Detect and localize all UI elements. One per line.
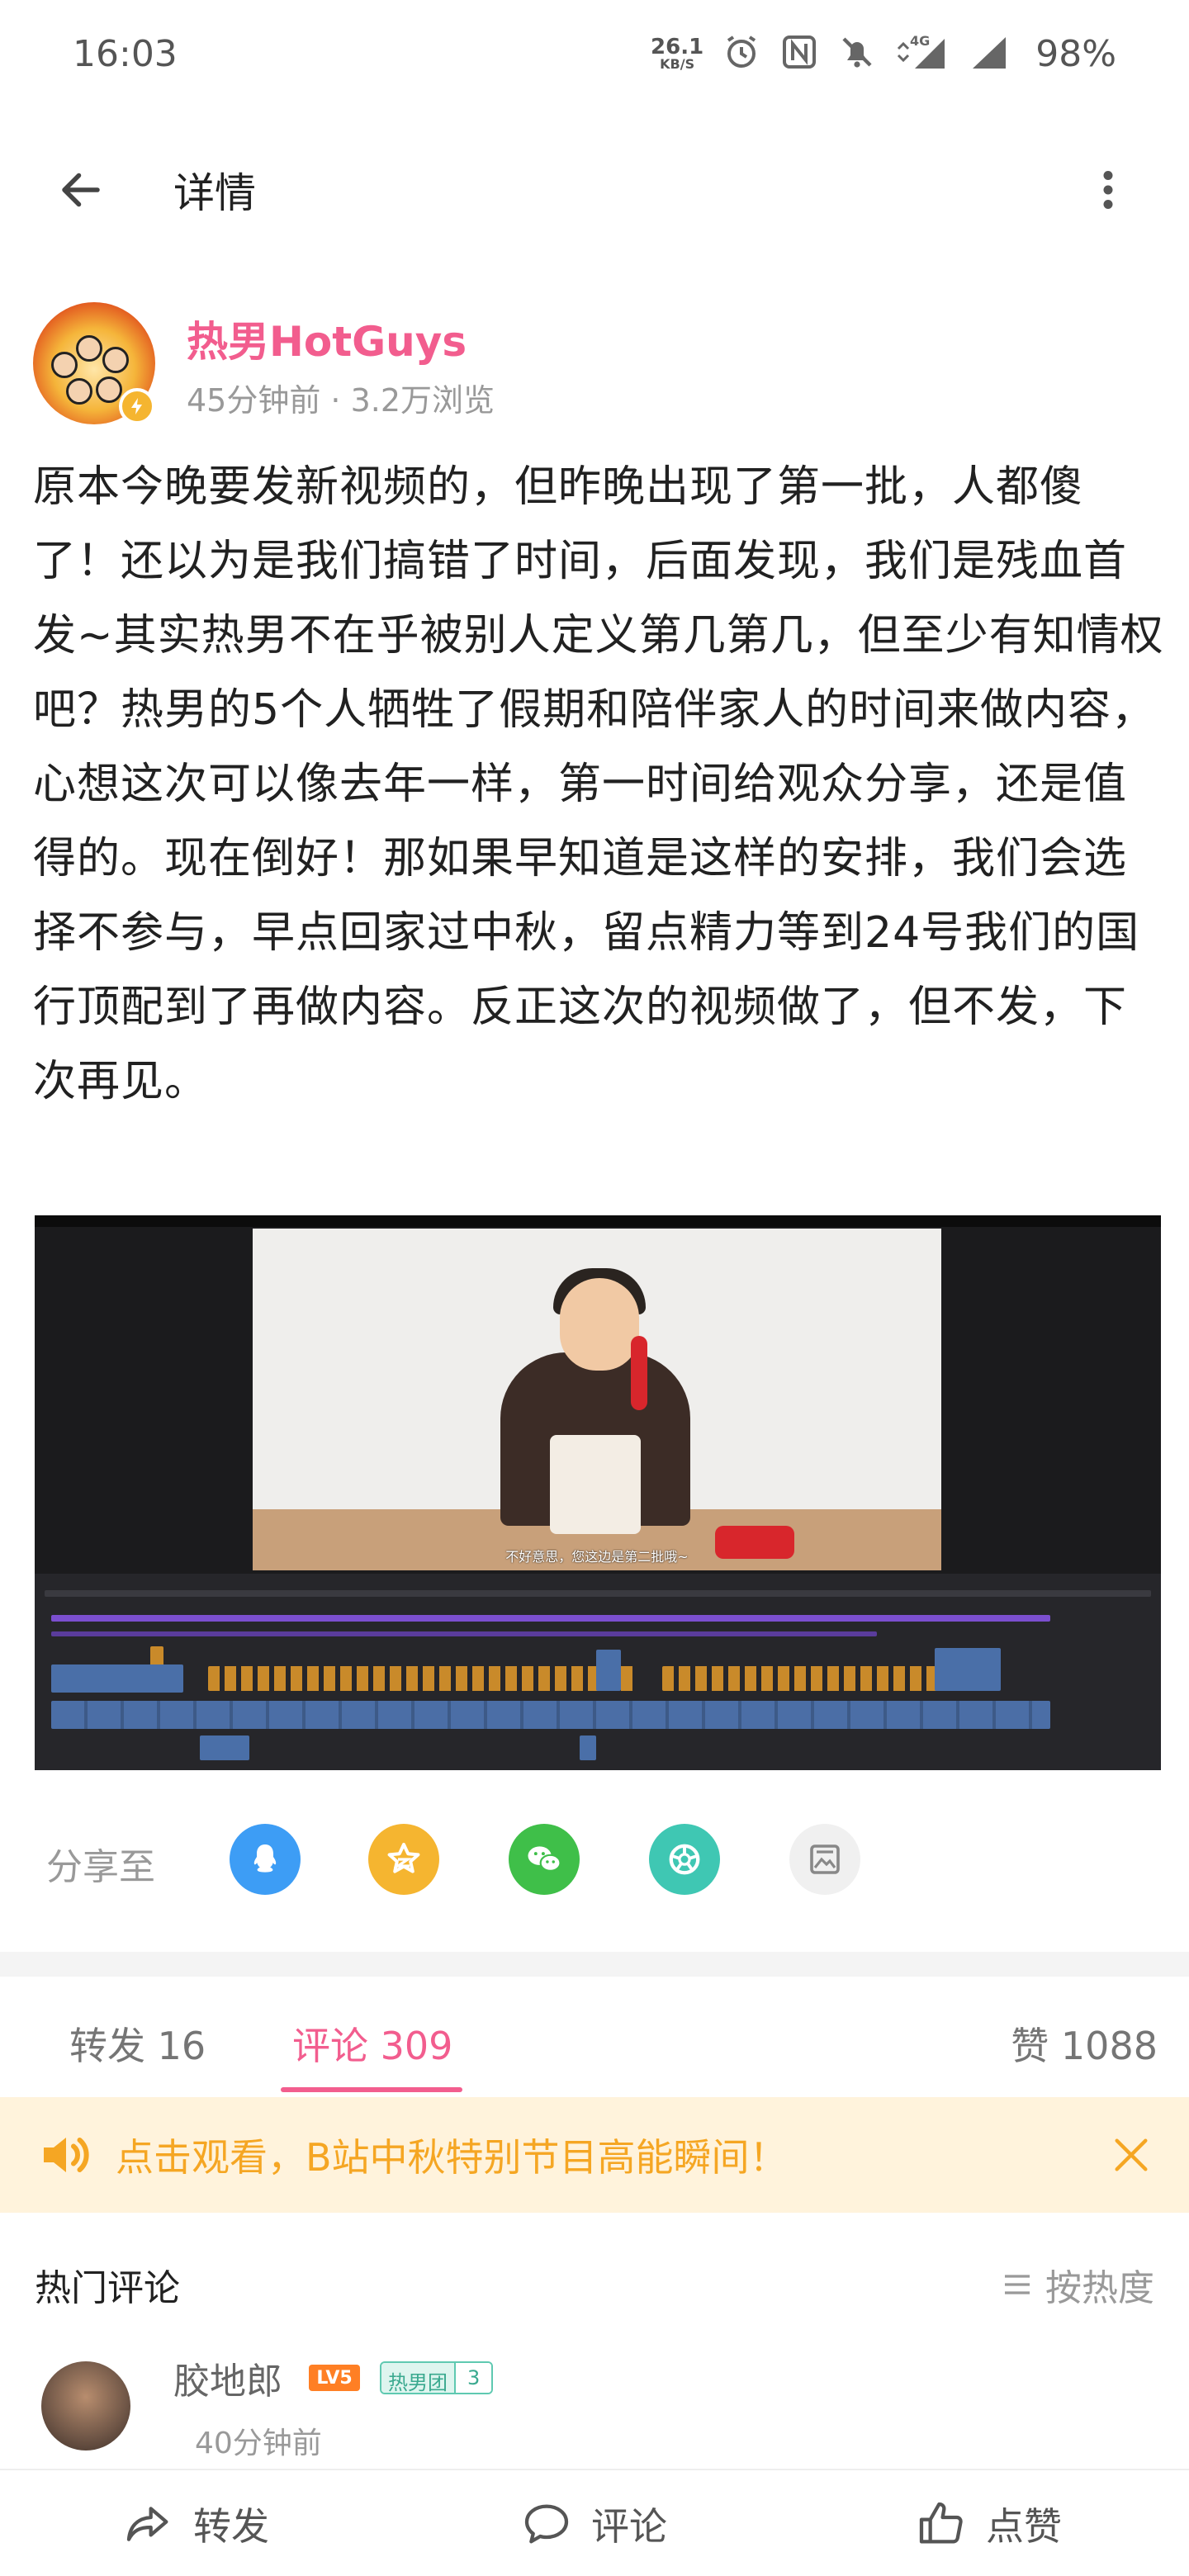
thumbs-up-icon xyxy=(919,2502,963,2544)
share-qzone-button[interactable] xyxy=(368,1824,439,1895)
interaction-tabs: 转发 16 评论 309 赞 1088 xyxy=(0,1977,1189,2097)
signal-4g-icon: 4G xyxy=(895,32,948,75)
fan-medal-label: 热男团 xyxy=(381,2363,454,2393)
fan-medal-level: 3 xyxy=(454,2363,492,2393)
repost-label: 转发 xyxy=(193,2504,269,2549)
comment-icon xyxy=(524,2504,569,2544)
share-image-button[interactable] xyxy=(789,1824,860,1895)
comment-time: 40分钟前 xyxy=(195,2427,322,2460)
nfc-icon xyxy=(779,32,819,75)
comment-label: 评论 xyxy=(591,2504,667,2549)
fan-medal-badge: 热男团 3 xyxy=(380,2361,494,2394)
promo-banner[interactable]: 点击观看，B站中秋特别节目高能瞬间！ xyxy=(0,2097,1189,2213)
active-tab-indicator xyxy=(281,2087,462,2092)
speaker-icon xyxy=(33,2122,99,2188)
more-vertical-icon xyxy=(1103,171,1113,209)
share-qq-button[interactable] xyxy=(230,1824,301,1895)
section-divider xyxy=(0,1952,1189,1977)
more-options-button[interactable] xyxy=(1067,149,1149,231)
post-image[interactable]: 不好意思，您这边是第二批哦~ xyxy=(35,1215,1161,1770)
user-level-badge: LV5 xyxy=(309,2365,360,2391)
share-moments-button[interactable] xyxy=(649,1824,720,1895)
qq-icon xyxy=(253,1844,277,1873)
verified-icon xyxy=(119,388,155,424)
sort-label: 按热度 xyxy=(1045,2267,1154,2309)
mute-icon xyxy=(837,32,877,75)
post-meta: 45分钟前 · 3.2万浏览 xyxy=(187,382,495,419)
top-app-bar: 详情 xyxy=(0,140,1189,239)
author-avatar[interactable] xyxy=(33,302,159,428)
banner-close-button[interactable] xyxy=(1098,2122,1164,2188)
net-speed-unit: KB/S xyxy=(660,56,695,72)
close-icon xyxy=(1115,2138,1148,2171)
like-label: 点赞 xyxy=(986,2504,1062,2549)
post-content: 原本今晚要发新视频的，但昨晚出现了第一批，人都傻了！还以为是我们搞错了时间，后面… xyxy=(33,462,1164,1106)
status-time: 16:03 xyxy=(73,32,178,75)
sort-list-icon xyxy=(1005,2275,1030,2294)
status-icons: 26.1 KB/S 4G 98% xyxy=(651,32,1116,75)
signal-icon xyxy=(966,32,1009,75)
share-label: 分享至 xyxy=(46,1846,155,1888)
battery-percent: 98% xyxy=(1035,32,1116,75)
svg-text:4G: 4G xyxy=(910,33,930,49)
net-speed: 26.1 KB/S xyxy=(651,36,703,71)
back-arrow-icon xyxy=(62,173,100,207)
image-subtitle: 不好意思，您这边是第二批哦~ xyxy=(505,1549,689,1565)
image-app-menubar xyxy=(35,1215,1161,1227)
page-title: 详情 xyxy=(173,169,256,217)
qzone-icon xyxy=(387,1843,420,1873)
comment-button[interactable]: 评论 xyxy=(520,2495,667,2553)
like-button[interactable]: 点赞 xyxy=(915,2495,1062,2553)
tab-repost[interactable]: 转发 16 xyxy=(69,2016,206,2071)
sort-button[interactable]: 按热度 xyxy=(1001,2258,1154,2311)
repost-icon xyxy=(126,2507,168,2541)
back-button[interactable] xyxy=(40,149,122,231)
wechat-icon xyxy=(528,1846,561,1872)
commenter-name[interactable]: 胶地郎 xyxy=(173,2351,282,2404)
hot-comments-title: 热门评论 xyxy=(35,2267,180,2309)
net-speed-value: 26.1 xyxy=(651,35,704,59)
tab-likes[interactable]: 赞 1088 xyxy=(1011,2016,1158,2071)
bottom-action-bar: 转发 评论 点赞 xyxy=(0,2469,1189,2576)
share-row: 分享至 xyxy=(0,1812,1189,1903)
image-timeline xyxy=(35,1574,1161,1770)
tab-comments[interactable]: 评论 309 xyxy=(292,2016,452,2071)
banner-text: 点击观看，B站中秋特别节目高能瞬间！ xyxy=(116,2135,788,2180)
post-author: 热男HotGuys 45分钟前 · 3.2万浏览 xyxy=(33,297,1156,429)
author-name[interactable]: 热男HotGuys xyxy=(187,309,467,368)
moments-icon xyxy=(669,1844,700,1875)
status-bar: 16:03 26.1 KB/S 4G 98% xyxy=(0,0,1189,107)
image-share-icon xyxy=(810,1844,840,1874)
alarm-icon xyxy=(722,32,761,75)
repost-button[interactable]: 转发 xyxy=(122,2495,269,2553)
commenter-avatar[interactable] xyxy=(41,2361,130,2451)
image-preview-frame: 不好意思，您这边是第二批哦~ xyxy=(253,1229,941,1570)
share-wechat-button[interactable] xyxy=(509,1824,580,1895)
comment-item: 胶地郎 LV5 热男团 3 40分钟前 xyxy=(0,2337,1189,2485)
